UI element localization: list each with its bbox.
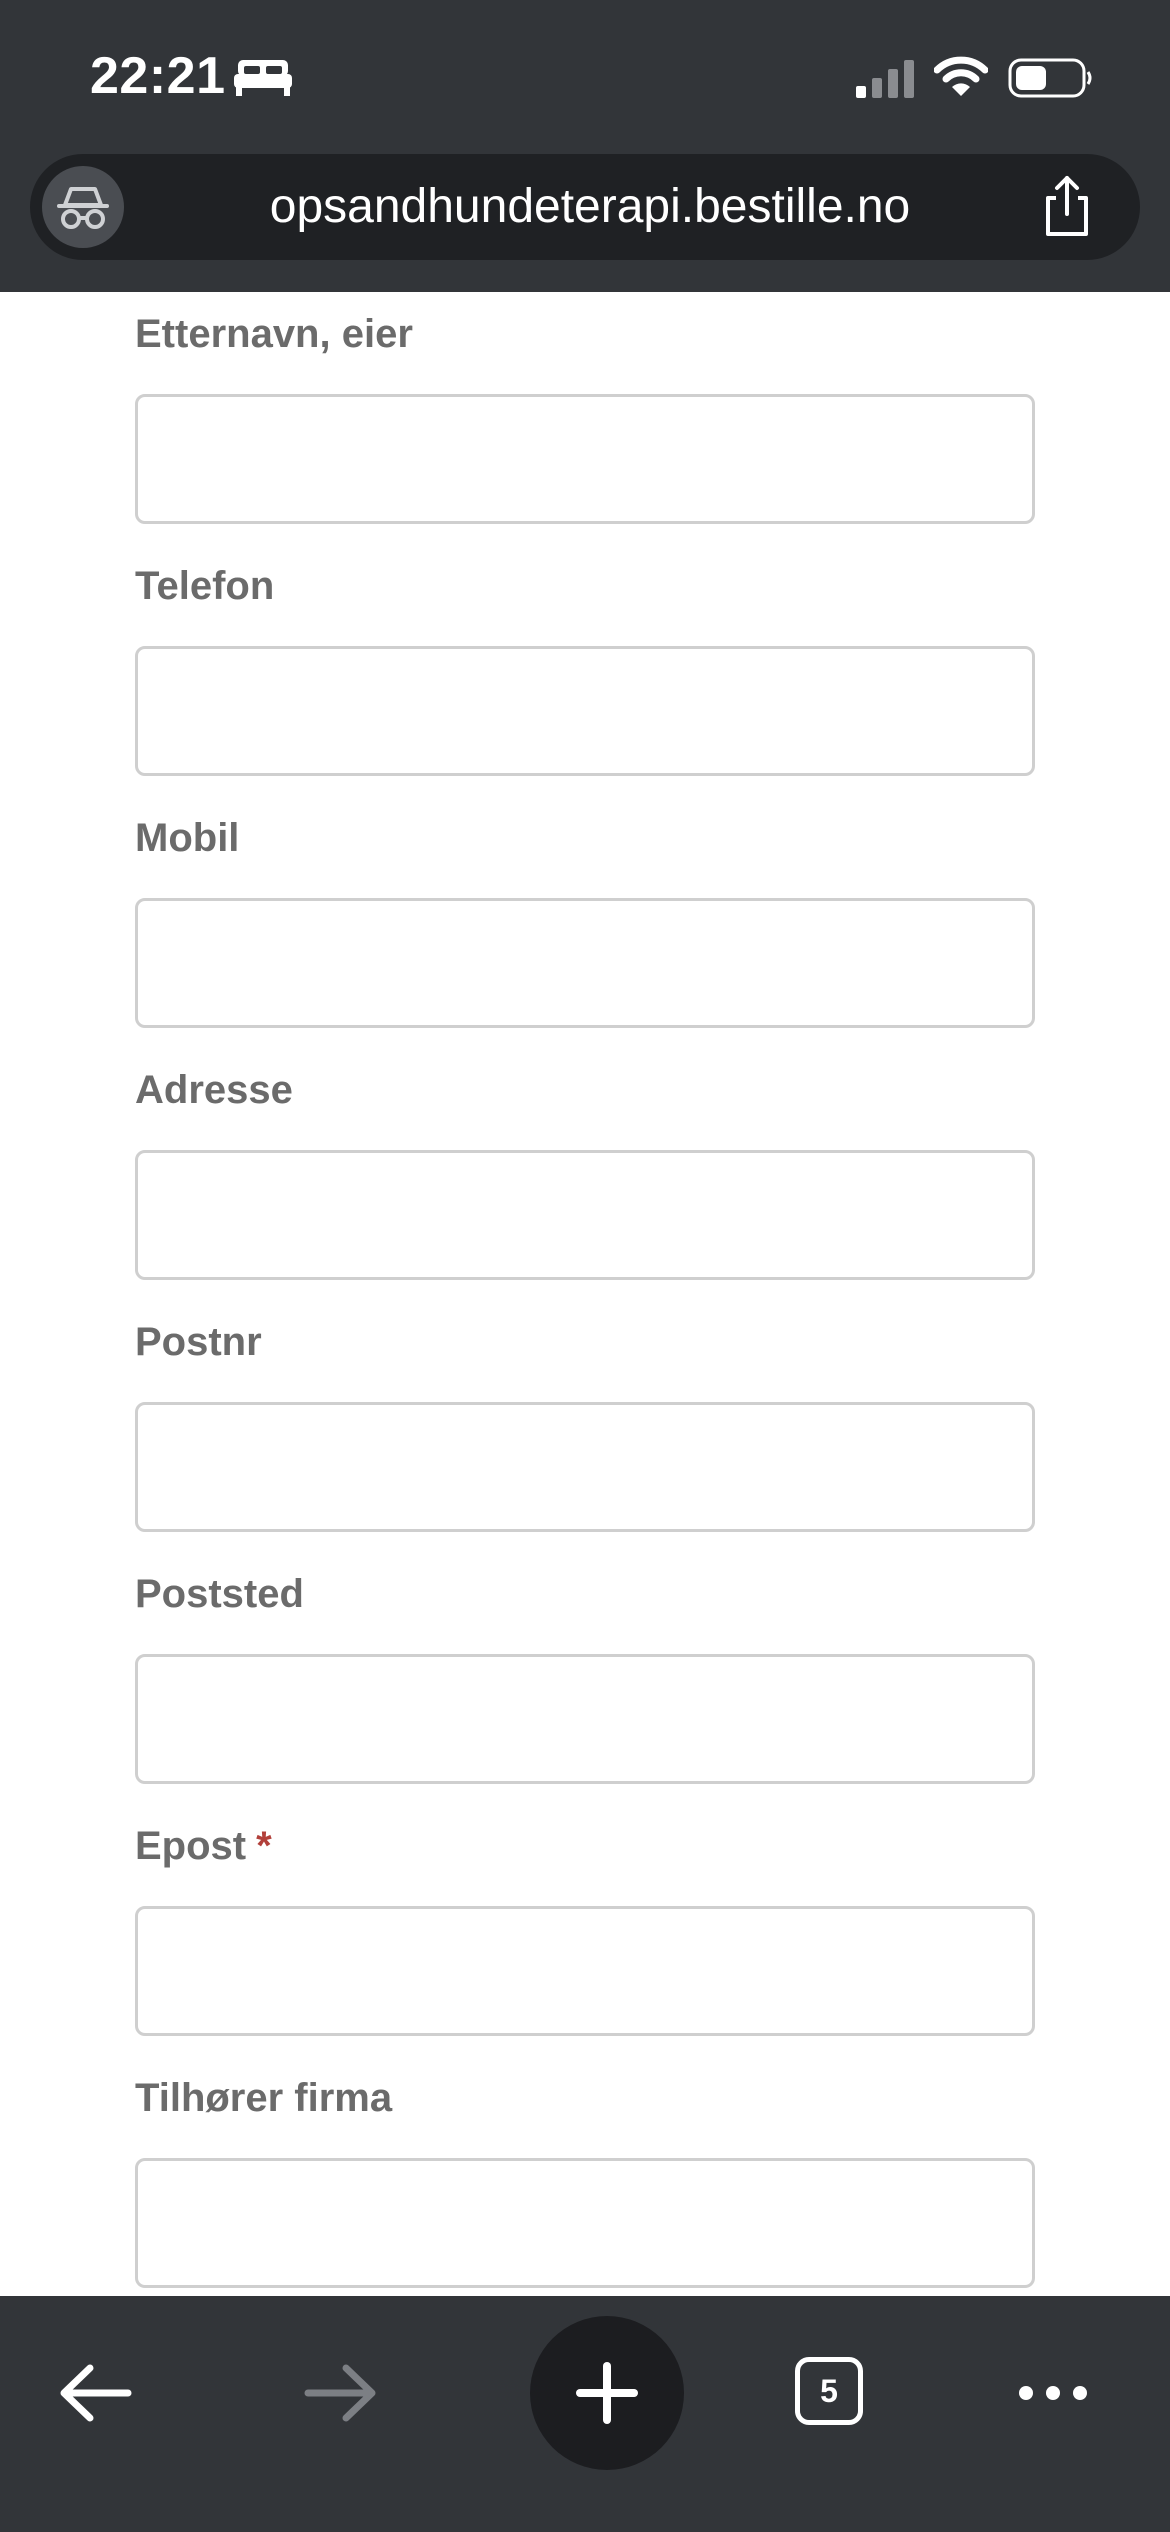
- field-mobil: Mobil: [135, 810, 1035, 1062]
- tab-count-badge: 5: [795, 2357, 863, 2425]
- battery-icon: [1008, 58, 1092, 98]
- share-icon: [1046, 176, 1088, 236]
- tab-switcher-button[interactable]: 5: [764, 2328, 894, 2458]
- field-poststed: Poststed: [135, 1566, 1035, 1818]
- field-label: Telefon: [135, 564, 275, 608]
- field-label: Tilhører firma: [135, 2076, 393, 2120]
- field-label: Etternavn, eier: [135, 312, 413, 356]
- status-time: 22:21: [90, 47, 226, 105]
- arrow-left-icon: [60, 2364, 132, 2422]
- forward-button[interactable]: [276, 2328, 406, 2458]
- url-text[interactable]: opsandhundeterapi.bestille.no: [150, 154, 1090, 260]
- field-label: Adresse: [135, 1068, 293, 1112]
- browser-top-chrome: 22:21 opsandhundeterapi.bestille.no: [0, 0, 1170, 292]
- adresse-input[interactable]: [135, 1150, 1035, 1280]
- field-label: Epost *: [135, 1818, 272, 1874]
- booking-form: Etternavn, eier Telefon Mobil Adresse Po…: [0, 292, 1170, 2296]
- field-telefon: Telefon: [135, 558, 1035, 810]
- epost-input[interactable]: [135, 1906, 1035, 2036]
- incognito-button[interactable]: [42, 166, 124, 248]
- ellipsis-icon: [1019, 2386, 1087, 2400]
- address-bar[interactable]: opsandhundeterapi.bestille.no: [30, 154, 1140, 260]
- incognito-icon: [57, 187, 109, 229]
- field-epost: Epost *: [135, 1818, 1035, 2070]
- field-label-text: Epost: [135, 1824, 247, 1868]
- poststed-input[interactable]: [135, 1654, 1035, 1784]
- field-label: Mobil: [135, 816, 240, 860]
- bed-icon: [234, 60, 292, 96]
- arrow-right-icon: [304, 2364, 376, 2422]
- postnr-input[interactable]: [135, 1402, 1035, 1532]
- field-label: Postnr: [135, 1320, 262, 1364]
- field-adresse: Adresse: [135, 1062, 1035, 1314]
- cellular-signal-icon: [856, 60, 914, 98]
- back-button[interactable]: [30, 2328, 160, 2458]
- field-label: Poststed: [135, 1572, 304, 1616]
- mobil-input[interactable]: [135, 898, 1035, 1028]
- field-postnr: Postnr: [135, 1314, 1035, 1566]
- wifi-icon: [934, 56, 988, 96]
- new-tab-button[interactable]: [530, 2316, 684, 2470]
- tilhorer-firma-input[interactable]: [135, 2158, 1035, 2288]
- telefon-input[interactable]: [135, 646, 1035, 776]
- more-button[interactable]: [988, 2328, 1118, 2458]
- status-bar: 22:21: [0, 0, 1170, 150]
- browser-bottom-toolbar: 5: [0, 2296, 1170, 2532]
- share-button[interactable]: [1032, 172, 1102, 242]
- plus-icon: [576, 2362, 638, 2424]
- field-tilhorer-firma: Tilhører firma: [135, 2070, 1035, 2322]
- etternavn-eier-input[interactable]: [135, 394, 1035, 524]
- field-etternavn-eier: Etternavn, eier: [135, 306, 1035, 558]
- required-marker: *: [256, 1824, 272, 1868]
